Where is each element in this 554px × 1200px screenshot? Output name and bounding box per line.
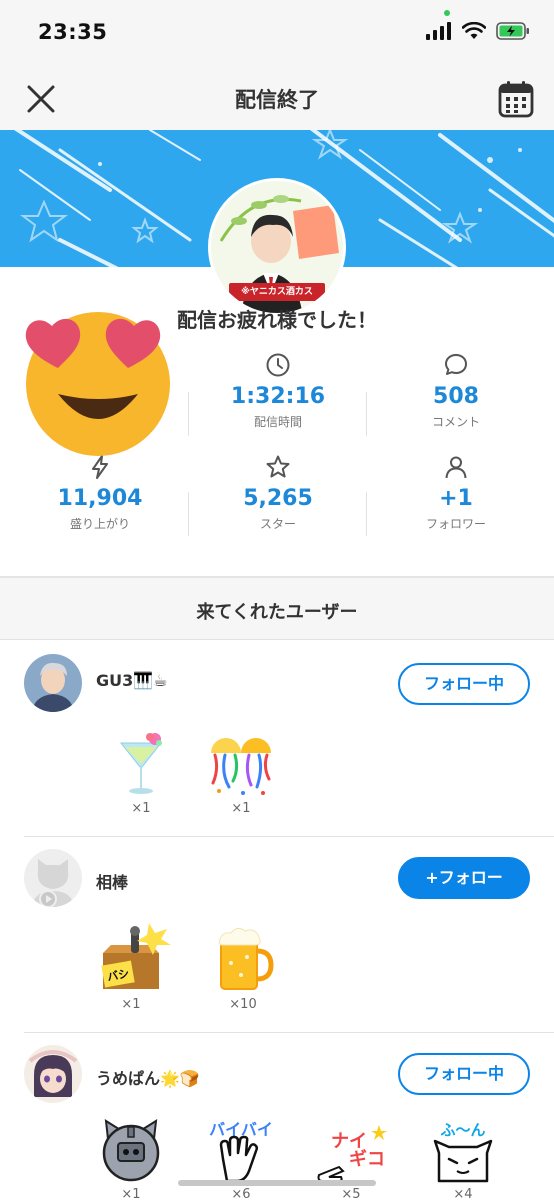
privacy-indicator <box>444 10 450 16</box>
stat-followers: +1 フォロワー <box>368 454 544 532</box>
user-avatar[interactable] <box>24 1045 82 1103</box>
heart-eyes-emoji-icon <box>25 312 170 456</box>
following-button[interactable]: フォロー中 <box>398 663 530 705</box>
svg-text:ふ〜ん: ふ〜ん <box>440 1121 485 1139</box>
gift-count: ×4 <box>453 1187 473 1200</box>
stat-label: 盛り上がり <box>69 517 130 531</box>
nav-bar: 配信終了 <box>0 68 554 130</box>
streamer-avatar[interactable]: ※ヤニカス酒カス <box>208 178 346 316</box>
visitors-section-header: 来てくれたユーザー <box>0 578 554 640</box>
stat-label: 配信時間 <box>253 415 302 429</box>
stat-divider <box>188 392 189 436</box>
gift-item: ×1 <box>196 729 286 816</box>
gift-item: ナイ ギコ ×5 <box>306 1119 396 1200</box>
gift-item: ×1 <box>86 1119 176 1200</box>
slap-stamp-icon: バシ <box>101 923 171 989</box>
svg-text:ギコ: ギコ <box>349 1149 385 1170</box>
clock-icon <box>266 353 290 377</box>
default-avatar-icon <box>24 849 82 907</box>
user-name: 相棒 <box>96 873 129 892</box>
gift-item: バシ ×1 <box>86 923 176 1012</box>
gift-item: バイバイ ×6 <box>196 1119 286 1200</box>
stat-value: 1:32:16 <box>230 384 326 409</box>
person-icon <box>445 456 467 479</box>
gift-count: ×1 <box>131 801 151 816</box>
gift-count: ×1 <box>121 1187 141 1200</box>
gift-item: ふ〜ん ×4 <box>418 1119 508 1200</box>
beer-mug-icon <box>218 927 274 990</box>
gift-count: ×6 <box>231 1187 251 1200</box>
stat-value: +1 <box>439 486 473 511</box>
stat-label: スター <box>259 517 296 531</box>
svg-text:バイバイ: バイバイ <box>209 1120 273 1139</box>
gift-item: ×10 <box>198 923 288 1012</box>
gift-count: ×1 <box>121 997 141 1012</box>
stat-label: コメント <box>431 415 480 429</box>
byebye-hand-icon: バイバイ <box>209 1120 273 1183</box>
stat-value: 11,904 <box>57 486 143 511</box>
gift-count: ×1 <box>231 801 251 816</box>
section-title: 来てくれたユーザー <box>196 602 358 623</box>
user-avatar-image <box>24 1045 82 1103</box>
stat-divider <box>366 392 367 436</box>
nice-pointing-icon: ナイ ギコ <box>317 1125 387 1182</box>
gift-item: ×1 <box>96 729 186 816</box>
cocktail-icon <box>119 733 163 794</box>
following-button[interactable]: フォロー中 <box>398 1053 530 1095</box>
stat-comments: 508 コメント <box>368 352 544 430</box>
stat-excitement: 11,904 盛り上がり <box>12 454 188 532</box>
star-icon <box>266 455 290 478</box>
visitor-item: 相棒 +フォロー バシ ×1 ×10 <box>0 837 554 1033</box>
stat-label: フォロワー <box>425 517 486 531</box>
stat-divider <box>188 492 189 536</box>
home-indicator[interactable] <box>178 1180 376 1186</box>
stat-value: 508 <box>433 384 479 409</box>
fun-cat-icon: ふ〜ん <box>433 1121 493 1183</box>
cellular-signal-icon <box>426 22 451 40</box>
calendar-icon[interactable] <box>498 80 534 118</box>
user-avatar[interactable] <box>24 654 82 712</box>
stat-value: 5,265 <box>243 486 313 511</box>
user-name: うめぱん🌟🍞 <box>96 1069 200 1088</box>
avatar-caption: ※ヤニカス酒カス <box>229 283 325 301</box>
gift-count: ×10 <box>229 997 257 1012</box>
user-avatar-image <box>24 654 82 712</box>
gift-count: ×5 <box>341 1187 361 1200</box>
stat-stars: 5,265 スター <box>190 454 366 532</box>
stat-divider <box>366 492 367 536</box>
party-balloon-icon <box>211 738 271 795</box>
status-bar: 23:35 <box>0 0 554 68</box>
user-name: GU3🎹☕ <box>96 671 168 690</box>
follow-button[interactable]: +フォロー <box>398 857 530 899</box>
visitor-item: GU3🎹☕ フォロー中 ×1 ×1 <box>0 641 554 837</box>
visitor-item: うめぱん🌟🍞 フォロー中 ×1 バイバイ ×6 ナイ ギコ ×5 ふ〜ん ×4 <box>0 1033 554 1200</box>
comment-icon <box>445 354 467 375</box>
page-title: 配信終了 <box>235 88 319 112</box>
user-avatar[interactable] <box>24 849 82 907</box>
status-icons <box>426 22 530 40</box>
stat-duration: 1:32:16 配信時間 <box>190 352 366 430</box>
robot-cat-icon <box>102 1119 160 1182</box>
status-time: 23:35 <box>38 20 108 44</box>
wifi-icon <box>462 22 486 39</box>
battery-charging-icon <box>496 22 529 40</box>
